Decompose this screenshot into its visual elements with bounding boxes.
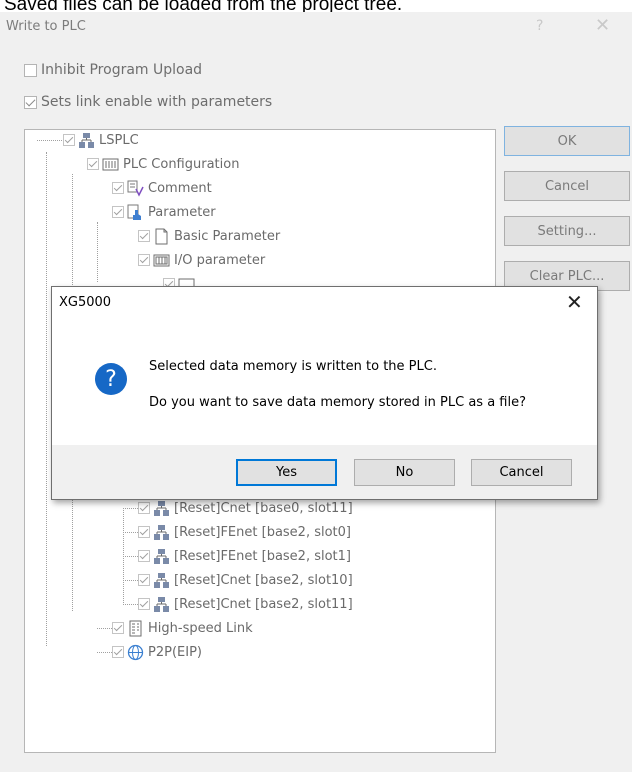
title-bar: Write to PLC ? ✕ xyxy=(0,12,632,43)
confirm-dialog: XG5000 ✕ ? Selected data memory is writt… xyxy=(51,286,598,500)
tree-node-reset-fenet-base2-slot0[interactable]: [Reset]FEnet [base2, slot0] xyxy=(123,522,351,542)
network-module-icon xyxy=(153,500,170,517)
tree-connector xyxy=(97,651,112,653)
tree-checkbox[interactable] xyxy=(87,158,99,170)
tree-checkbox[interactable] xyxy=(138,598,150,610)
no-button[interactable]: No xyxy=(354,459,455,486)
tree-connector xyxy=(46,152,47,646)
io-module-icon xyxy=(153,252,170,269)
tree-connector xyxy=(123,579,138,581)
tree-checkbox[interactable] xyxy=(138,230,150,242)
tree-connector xyxy=(123,603,138,605)
tree-checkbox[interactable] xyxy=(138,502,150,514)
help-button[interactable]: ? xyxy=(536,18,543,34)
tree-node-high-speed-link[interactable]: High-speed Link xyxy=(97,618,253,638)
tree-node-comment[interactable]: Comment xyxy=(112,178,212,198)
tree-label: Parameter xyxy=(148,204,216,220)
tree-label: PLC Configuration xyxy=(123,156,240,172)
tree-checkbox[interactable] xyxy=(138,550,150,562)
network-icon xyxy=(78,132,95,149)
tree-label: High-speed Link xyxy=(148,620,253,636)
cancel-button[interactable]: Cancel xyxy=(504,171,630,201)
tree-connector xyxy=(37,140,62,141)
tree-label: [Reset]FEnet [base2, slot0] xyxy=(174,524,351,540)
inhibit-upload-option[interactable]: Inhibit Program Upload xyxy=(24,61,202,79)
close-button[interactable]: ✕ xyxy=(595,15,610,36)
tree-connector xyxy=(123,531,138,533)
tree-node-basic-parameter[interactable]: Basic Parameter xyxy=(138,226,280,246)
setting-button[interactable]: Setting... xyxy=(504,216,630,246)
plc-rack-icon xyxy=(102,156,119,173)
tree-node-reset-fenet-base2-slot1[interactable]: [Reset]FEnet [base2, slot1] xyxy=(123,546,351,566)
network-module-icon xyxy=(153,524,170,541)
tree-checkbox[interactable] xyxy=(112,622,124,634)
tree-checkbox[interactable] xyxy=(112,182,124,194)
tree-connector xyxy=(97,627,112,629)
network-module-icon xyxy=(153,596,170,613)
question-icon: ? xyxy=(95,363,127,395)
network-module-icon xyxy=(153,548,170,565)
tree-label: [Reset]Cnet [base2, slot11] xyxy=(174,596,353,612)
link-enable-checkbox[interactable] xyxy=(24,95,37,109)
document-icon xyxy=(153,228,170,245)
tree-label: [Reset]FEnet [base2, slot1] xyxy=(174,548,351,564)
inhibit-upload-checkbox[interactable] xyxy=(24,63,37,77)
link-enable-option[interactable]: Sets link enable with parameters xyxy=(24,93,272,111)
inhibit-upload-label: Inhibit Program Upload xyxy=(41,62,203,78)
tree-connector xyxy=(123,507,138,509)
window-title: Write to PLC xyxy=(6,19,86,34)
dialog-title: XG5000 xyxy=(59,295,112,310)
dialog-message-line2: Do you want to save data memory stored i… xyxy=(149,395,526,410)
tree-node-plc-configuration[interactable]: PLC Configuration xyxy=(87,154,239,174)
comment-icon xyxy=(127,180,144,197)
tree-checkbox[interactable] xyxy=(138,574,150,586)
ok-button[interactable]: OK xyxy=(504,126,630,156)
tree-checkbox[interactable] xyxy=(112,646,124,658)
tree-checkbox[interactable] xyxy=(63,134,75,146)
tree-connector xyxy=(97,222,98,282)
parameter-icon xyxy=(127,204,144,221)
network-module-icon xyxy=(153,572,170,589)
tree-node-io-parameter[interactable]: I/O parameter xyxy=(138,250,265,270)
tree-node-reset-cnet-base2-slot10[interactable]: [Reset]Cnet [base2, slot10] xyxy=(123,570,353,590)
tree-label: [Reset]Cnet [base2, slot10] xyxy=(174,572,353,588)
link-icon xyxy=(127,620,144,637)
dialog-footer: Yes No Cancel xyxy=(52,445,597,499)
tree-checkbox[interactable] xyxy=(112,206,124,218)
tree-node-lsplc[interactable]: LSPLC xyxy=(63,130,139,150)
tree-label: LSPLC xyxy=(99,132,139,148)
tree-checkbox[interactable] xyxy=(138,254,150,266)
tree-label: [Reset]Cnet [base0, slot11] xyxy=(174,500,353,516)
tree-label: Comment xyxy=(148,180,212,196)
tree-label: I/O parameter xyxy=(174,252,266,268)
tree-node-p2p-eip[interactable]: P2P(EIP) xyxy=(97,642,202,662)
yes-button[interactable]: Yes xyxy=(236,459,337,486)
tree-node-reset-cnet-base2-slot11[interactable]: [Reset]Cnet [base2, slot11] xyxy=(123,594,353,614)
tree-label: Basic Parameter xyxy=(174,228,281,244)
dialog-close-button[interactable]: ✕ xyxy=(566,291,583,313)
ethernet-globe-icon xyxy=(127,644,144,661)
tree-node-parameter[interactable]: Parameter xyxy=(112,202,216,222)
tree-label: P2P(EIP) xyxy=(148,644,202,660)
dialog-message-line1: Selected data memory is written to the P… xyxy=(149,359,437,374)
tree-node-reset-cnet-base0-slot11[interactable]: [Reset]Cnet [base0, slot11] xyxy=(123,498,353,518)
tree-checkbox[interactable] xyxy=(138,526,150,538)
dialog-cancel-button[interactable]: Cancel xyxy=(471,459,572,486)
tree-connector xyxy=(123,555,138,557)
link-enable-label: Sets link enable with parameters xyxy=(41,94,273,110)
